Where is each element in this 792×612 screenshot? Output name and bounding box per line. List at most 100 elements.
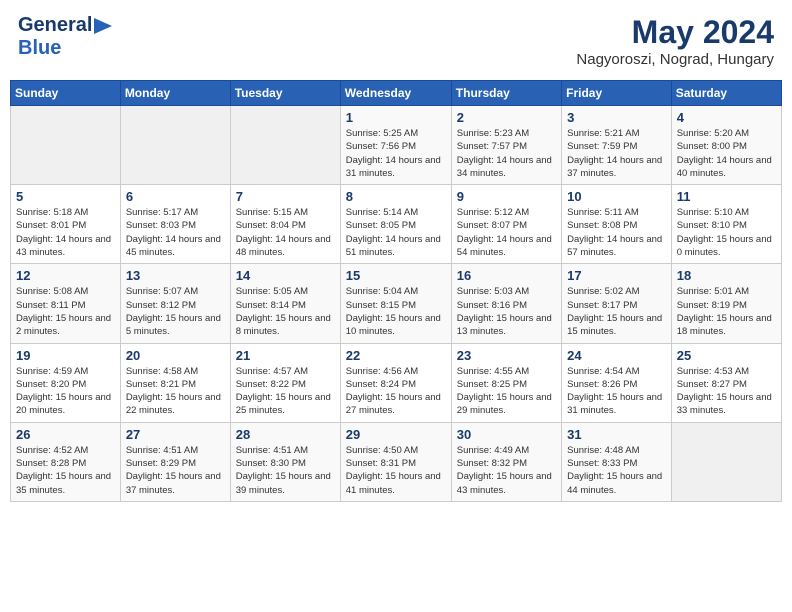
logo-text-blue: Blue (18, 37, 61, 59)
calendar-cell: 30Sunrise: 4:49 AM Sunset: 8:32 PM Dayli… (451, 422, 561, 501)
calendar-cell: 4 Sunrise: 5:20 AM Sunset: 8:00 PM Daylig… (671, 106, 781, 185)
weekday-header-wednesday: Wednesday (340, 81, 451, 106)
calendar-cell: 28Sunrise: 4:51 AM Sunset: 8:30 PM Dayli… (230, 422, 340, 501)
day-info: Sunrise: 5:17 AM Sunset: 8:03 PM Dayligh… (126, 206, 225, 259)
day-info: Sunrise: 4:48 AM Sunset: 8:33 PM Dayligh… (567, 444, 666, 497)
calendar-cell: 18Sunrise: 5:01 AM Sunset: 8:19 PM Dayli… (671, 264, 781, 343)
calendar-week-3: 12Sunrise: 5:08 AM Sunset: 8:11 PM Dayli… (11, 264, 782, 343)
day-number: 9 (457, 189, 556, 204)
day-info: Sunrise: 4:53 AM Sunset: 8:27 PM Dayligh… (677, 365, 776, 418)
weekday-header-monday: Monday (120, 81, 230, 106)
day-number: 7 (236, 189, 335, 204)
day-info: Sunrise: 4:54 AM Sunset: 8:26 PM Dayligh… (567, 365, 666, 418)
calendar-table: SundayMondayTuesdayWednesdayThursdayFrid… (10, 80, 782, 502)
day-number: 2 (457, 110, 556, 125)
day-number: 10 (567, 189, 666, 204)
weekday-header-sunday: Sunday (11, 81, 121, 106)
calendar-cell (671, 422, 781, 501)
day-info: Sunrise: 5:12 AM Sunset: 8:07 PM Dayligh… (457, 206, 556, 259)
calendar-cell: 23 Sunrise: 4:55 AM Sunset: 8:25 PM Dayli… (451, 343, 561, 422)
calendar-cell: 15 Sunrise: 5:04 AM Sunset: 8:15 PM Dayli… (340, 264, 451, 343)
day-number: 24 (567, 348, 666, 363)
calendar-cell: 27Sunrise: 4:51 AM Sunset: 8:29 PM Dayli… (120, 422, 230, 501)
day-number: 4 (677, 110, 776, 125)
weekday-header-tuesday: Tuesday (230, 81, 340, 106)
day-info: Sunrise: 5:25 AM Sunset: 7:56 PM Dayligh… (346, 127, 446, 180)
weekday-header-friday: Friday (562, 81, 672, 106)
calendar-cell: 6 Sunrise: 5:17 AM Sunset: 8:03 PM Daylig… (120, 185, 230, 264)
day-number: 20 (126, 348, 225, 363)
day-number: 15 (346, 268, 446, 283)
calendar-cell: 2 Sunrise: 5:23 AM Sunset: 7:57 PM Daylig… (451, 106, 561, 185)
month-title: May 2024 (576, 14, 774, 51)
page-header: General Blue May 2024 Nagyoroszi, Nograd… (10, 10, 782, 72)
day-number: 25 (677, 348, 776, 363)
day-number: 3 (567, 110, 666, 125)
calendar-week-1: 1Sunrise: 5:25 AM Sunset: 7:56 PM Daylig… (11, 106, 782, 185)
location-title: Nagyoroszi, Nograd, Hungary (576, 51, 774, 68)
day-info: Sunrise: 5:18 AM Sunset: 8:01 PM Dayligh… (16, 206, 115, 259)
day-number: 12 (16, 268, 115, 283)
day-number: 8 (346, 189, 446, 204)
calendar-week-2: 5 Sunrise: 5:18 AM Sunset: 8:01 PM Daylig… (11, 185, 782, 264)
weekday-header-saturday: Saturday (671, 81, 781, 106)
day-number: 5 (16, 189, 115, 204)
day-number: 30 (457, 427, 556, 442)
weekday-header-thursday: Thursday (451, 81, 561, 106)
day-info: Sunrise: 5:21 AM Sunset: 7:59 PM Dayligh… (567, 127, 666, 180)
day-number: 31 (567, 427, 666, 442)
day-number: 22 (346, 348, 446, 363)
day-number: 6 (126, 189, 225, 204)
calendar-cell: 22 Sunrise: 4:56 AM Sunset: 8:24 PM Dayli… (340, 343, 451, 422)
calendar-cell: 7Sunrise: 5:15 AM Sunset: 8:04 PM Daylig… (230, 185, 340, 264)
day-number: 11 (677, 189, 776, 204)
logo-arrow-icon (94, 18, 112, 34)
calendar-cell: 16 Sunrise: 5:03 AM Sunset: 8:16 PM Dayli… (451, 264, 561, 343)
calendar-cell: 21 Sunrise: 4:57 AM Sunset: 8:22 PM Dayli… (230, 343, 340, 422)
day-info: Sunrise: 5:20 AM Sunset: 8:00 PM Dayligh… (677, 127, 776, 180)
day-info: Sunrise: 4:52 AM Sunset: 8:28 PM Dayligh… (16, 444, 115, 497)
calendar-cell: 3 Sunrise: 5:21 AM Sunset: 7:59 PM Daylig… (562, 106, 672, 185)
logo-text-general: General (18, 14, 92, 37)
day-info: Sunrise: 5:07 AM Sunset: 8:12 PM Dayligh… (126, 285, 225, 338)
day-number: 26 (16, 427, 115, 442)
calendar-cell: 8 Sunrise: 5:14 AM Sunset: 8:05 PM Daylig… (340, 185, 451, 264)
day-number: 16 (457, 268, 556, 283)
calendar-cell: 26 Sunrise: 4:52 AM Sunset: 8:28 PM Dayli… (11, 422, 121, 501)
calendar-cell: 14 Sunrise: 5:05 AM Sunset: 8:14 PM Dayli… (230, 264, 340, 343)
day-info: Sunrise: 4:59 AM Sunset: 8:20 PM Dayligh… (16, 365, 115, 418)
day-number: 19 (16, 348, 115, 363)
day-number: 13 (126, 268, 225, 283)
calendar-cell: 19 Sunrise: 4:59 AM Sunset: 8:20 PM Dayli… (11, 343, 121, 422)
day-info: Sunrise: 5:23 AM Sunset: 7:57 PM Dayligh… (457, 127, 556, 180)
day-info: Sunrise: 5:01 AM Sunset: 8:19 PM Dayligh… (677, 285, 776, 338)
day-number: 14 (236, 268, 335, 283)
calendar-cell (11, 106, 121, 185)
day-info: Sunrise: 4:50 AM Sunset: 8:31 PM Dayligh… (346, 444, 446, 497)
calendar-cell: 1Sunrise: 5:25 AM Sunset: 7:56 PM Daylig… (340, 106, 451, 185)
calendar-cell (230, 106, 340, 185)
day-number: 17 (567, 268, 666, 283)
day-info: Sunrise: 4:55 AM Sunset: 8:25 PM Dayligh… (457, 365, 556, 418)
day-number: 21 (236, 348, 335, 363)
day-info: Sunrise: 5:03 AM Sunset: 8:16 PM Dayligh… (457, 285, 556, 338)
calendar-header-row: SundayMondayTuesdayWednesdayThursdayFrid… (11, 81, 782, 106)
calendar-cell (120, 106, 230, 185)
day-info: Sunrise: 5:10 AM Sunset: 8:10 PM Dayligh… (677, 206, 776, 259)
calendar-cell: 20Sunrise: 4:58 AM Sunset: 8:21 PM Dayli… (120, 343, 230, 422)
day-info: Sunrise: 5:11 AM Sunset: 8:08 PM Dayligh… (567, 206, 666, 259)
day-number: 28 (236, 427, 335, 442)
calendar-cell: 24 Sunrise: 4:54 AM Sunset: 8:26 PM Dayli… (562, 343, 672, 422)
day-number: 27 (126, 427, 225, 442)
logo: General Blue (18, 14, 112, 60)
calendar-cell: 10 Sunrise: 5:11 AM Sunset: 8:08 PM Dayli… (562, 185, 672, 264)
calendar-cell: 11 Sunrise: 5:10 AM Sunset: 8:10 PM Dayli… (671, 185, 781, 264)
calendar-cell: 5 Sunrise: 5:18 AM Sunset: 8:01 PM Daylig… (11, 185, 121, 264)
calendar-cell: 9 Sunrise: 5:12 AM Sunset: 8:07 PM Daylig… (451, 185, 561, 264)
day-number: 23 (457, 348, 556, 363)
day-info: Sunrise: 4:56 AM Sunset: 8:24 PM Dayligh… (346, 365, 446, 418)
day-info: Sunrise: 4:57 AM Sunset: 8:22 PM Dayligh… (236, 365, 335, 418)
day-info: Sunrise: 5:05 AM Sunset: 8:14 PM Dayligh… (236, 285, 335, 338)
day-info: Sunrise: 5:04 AM Sunset: 8:15 PM Dayligh… (346, 285, 446, 338)
day-info: Sunrise: 5:14 AM Sunset: 8:05 PM Dayligh… (346, 206, 446, 259)
